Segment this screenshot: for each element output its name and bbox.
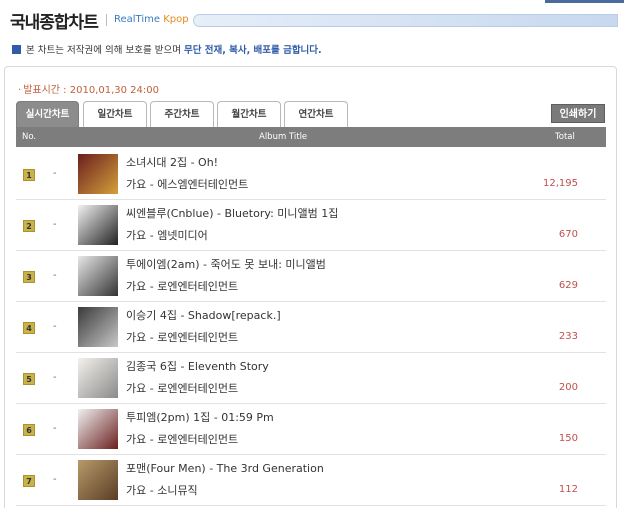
- total-count: 150: [558, 433, 578, 444]
- rank-change: -: [53, 474, 57, 485]
- table-row: 3 - 투에이엠(2am) - 죽어도 못 보내: 미니앨범 가요 - 로엔엔터…: [16, 251, 606, 302]
- album-cover[interactable]: [78, 409, 118, 449]
- rank-badge: 1: [23, 169, 35, 181]
- notice-emphasis: 무단 전재, 복사, 배포를 금합니다.: [183, 45, 322, 56]
- bullet-square-icon: [12, 45, 21, 54]
- column-no: No.: [22, 132, 37, 142]
- release-label: 발표시간: [23, 85, 60, 96]
- rank-change: -: [53, 321, 57, 332]
- album-genre-label: 가요 - 에스엠엔터테인먼트: [126, 178, 249, 191]
- rank-change: -: [53, 219, 57, 230]
- subtitle-prefix: RealTime: [114, 14, 164, 25]
- subtitle-kpop: Kpop: [163, 14, 189, 25]
- table-row: 1 - 소녀시대 2집 - Oh! 가요 - 에스엠엔터테인먼트 12,195: [16, 149, 606, 200]
- page-subtitle: RealTime Kpop: [114, 14, 189, 25]
- album-genre-label: 가요 - 엠넷미디어: [126, 229, 208, 242]
- print-button[interactable]: 인쇄하기: [551, 104, 605, 123]
- album-title[interactable]: 소녀시대 2집 - Oh!: [126, 154, 218, 170]
- total-count: 233: [558, 331, 578, 342]
- release-value: 2010,01,30 24:00: [69, 85, 159, 96]
- album-genre-label: 가요 - 로엔엔터테인먼트: [126, 331, 239, 344]
- table-row: 6 - 투피엠(2pm) 1집 - 01:59 Pm 가요 - 로엔엔터테인먼트…: [16, 404, 606, 455]
- total-count: 12,195: [543, 178, 578, 189]
- notice-text: 본 차트는 저작권에 의해 보호를 받으며: [26, 45, 184, 56]
- total-count: 112: [558, 484, 578, 495]
- album-cover[interactable]: [78, 307, 118, 347]
- album-title[interactable]: 투피엠(2pm) 1집 - 01:59 Pm: [126, 409, 274, 425]
- rank-badge: 5: [23, 373, 35, 385]
- album-cover[interactable]: [78, 460, 118, 500]
- rank-badge: 2: [23, 220, 35, 232]
- album-title[interactable]: 투에이엠(2am) - 죽어도 못 보내: 미니앨범: [126, 256, 326, 272]
- chart-header: 국내종합차트 RealTime Kpop: [0, 0, 624, 38]
- album-cover[interactable]: [78, 256, 118, 296]
- rank-badge: 4: [23, 322, 35, 334]
- rank-change: -: [53, 270, 57, 281]
- rank-badge: 3: [23, 271, 35, 283]
- album-genre-label: 가요 - 로엔엔터테인먼트: [126, 280, 239, 293]
- album-cover[interactable]: [78, 358, 118, 398]
- column-total: Total: [555, 132, 575, 142]
- album-title[interactable]: 씨엔블루(Cnblue) - Bluetory: 미니앨범 1집: [126, 205, 338, 221]
- release-time: · 발표시간 : 2010,01,30 24:00: [18, 81, 159, 96]
- bullet-dot-icon: ·: [18, 85, 22, 96]
- rank-change: -: [53, 372, 57, 383]
- table-row: 4 - 이승기 4집 - Shadow[repack.] 가요 - 로엔엔터테인…: [16, 302, 606, 353]
- header-gradient-bar: [193, 14, 618, 27]
- album-title[interactable]: 포맨(Four Men) - The 3rd Generation: [126, 460, 324, 476]
- album-genre-label: 가요 - 로엔엔터테인먼트: [126, 433, 239, 446]
- tab-daily[interactable]: 일간차트: [83, 101, 147, 127]
- copyright-notice: 본 차트는 저작권에 의해 보호를 받으며 무단 전재, 복사, 배포를 금합니…: [12, 42, 322, 56]
- rank-badge: 7: [23, 475, 35, 487]
- total-count: 670: [558, 229, 578, 240]
- table-row: 2 - 씨엔블루(Cnblue) - Bluetory: 미니앨범 1집 가요 …: [16, 200, 606, 251]
- total-count: 629: [558, 280, 578, 291]
- tab-realtime[interactable]: 실시간차트: [16, 101, 79, 127]
- table-row: 5 - 김종국 6집 - Eleventh Story 가요 - 로엔엔터테인먼…: [16, 353, 606, 404]
- album-cover[interactable]: [78, 154, 118, 194]
- page-title: 국내종합차트: [10, 13, 99, 33]
- release-colon: :: [60, 85, 70, 96]
- tab-monthly[interactable]: 월간차트: [217, 101, 281, 127]
- tab-weekly[interactable]: 주간차트: [150, 101, 214, 127]
- album-title[interactable]: 김종국 6집 - Eleventh Story: [126, 358, 269, 374]
- album-genre-label: 가요 - 소니뮤직: [126, 484, 198, 497]
- column-album-title: Album Title: [259, 132, 308, 142]
- rank-badge: 6: [23, 424, 35, 436]
- album-genre-label: 가요 - 로엔엔터테인먼트: [126, 382, 239, 395]
- tab-yearly[interactable]: 연간차트: [284, 101, 348, 127]
- rank-change: -: [53, 168, 57, 179]
- total-count: 200: [558, 382, 578, 393]
- header-accent-bar: [545, 0, 624, 3]
- title-divider: [106, 14, 107, 26]
- table-row: 7 - 포맨(Four Men) - The 3rd Generation 가요…: [16, 455, 606, 506]
- album-cover[interactable]: [78, 205, 118, 245]
- table-header: No. Album Title Total: [16, 127, 606, 147]
- album-title[interactable]: 이승기 4집 - Shadow[repack.]: [126, 307, 281, 323]
- rank-change: -: [53, 423, 57, 434]
